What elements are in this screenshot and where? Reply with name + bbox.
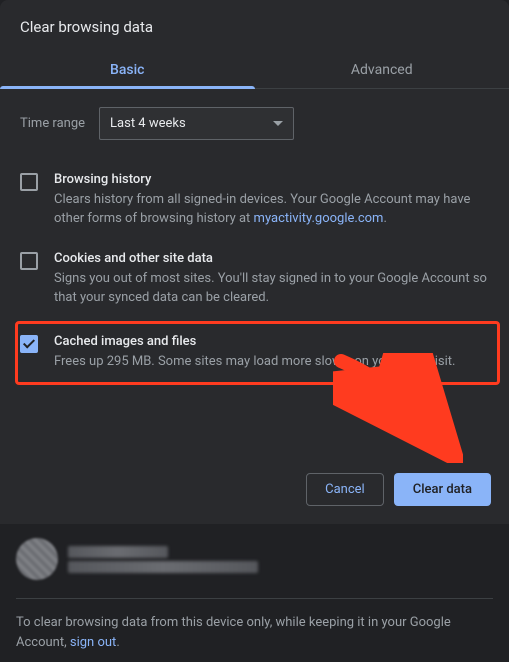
checkbox-browsing-history[interactable] bbox=[20, 173, 38, 191]
dialog-body: Time range Last 4 weeks Browsing history… bbox=[0, 89, 509, 385]
tab-bar: Basic Advanced bbox=[0, 50, 509, 89]
avatar bbox=[16, 538, 58, 580]
time-range-select[interactable]: Last 4 weeks bbox=[99, 107, 294, 140]
account-text-redacted bbox=[68, 543, 258, 576]
checkbox-cached-images[interactable] bbox=[20, 335, 38, 353]
tab-advanced[interactable]: Advanced bbox=[255, 50, 509, 88]
sign-out-link[interactable]: sign out bbox=[70, 635, 116, 650]
chevron-down-icon bbox=[273, 121, 283, 126]
myactivity-link[interactable]: myactivity.google.com bbox=[254, 211, 384, 226]
footer-note: To clear browsing data from this device … bbox=[16, 599, 493, 652]
option-description: Clears history from all signed-in device… bbox=[54, 191, 489, 229]
checkbox-cookies[interactable] bbox=[20, 252, 38, 270]
option-cookies: Cookies and other site data Signs you ou… bbox=[20, 243, 489, 322]
option-title: Cached images and files bbox=[54, 334, 489, 349]
option-title: Cookies and other site data bbox=[54, 251, 489, 266]
dialog-title: Clear browsing data bbox=[0, 0, 509, 50]
option-title: Browsing history bbox=[54, 172, 489, 187]
option-cached-images: Cached images and files Frees up 295 MB.… bbox=[15, 321, 500, 385]
cancel-button[interactable]: Cancel bbox=[306, 473, 384, 506]
clear-data-button[interactable]: Clear data bbox=[394, 473, 491, 506]
tab-basic[interactable]: Basic bbox=[0, 50, 255, 88]
time-range-row: Time range Last 4 weeks bbox=[20, 107, 489, 140]
dialog-buttons: Cancel Clear data bbox=[0, 457, 509, 524]
option-browsing-history: Browsing history Clears history from all… bbox=[20, 164, 489, 243]
time-range-label: Time range bbox=[20, 116, 85, 131]
account-row bbox=[16, 538, 493, 599]
option-description: Signs you out of most sites. You'll stay… bbox=[54, 270, 489, 308]
option-description: Frees up 295 MB. Some sites may load mor… bbox=[54, 353, 489, 372]
time-range-value: Last 4 weeks bbox=[110, 116, 186, 131]
clear-browsing-data-dialog: Clear browsing data Basic Advanced Time … bbox=[0, 0, 509, 524]
lower-panel: To clear browsing data from this device … bbox=[0, 524, 509, 662]
